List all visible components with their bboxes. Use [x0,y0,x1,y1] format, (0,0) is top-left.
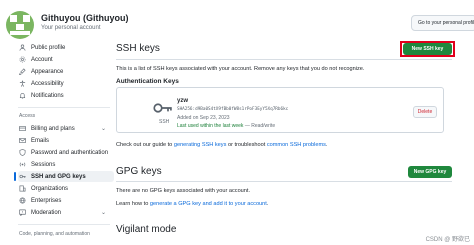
key-access-level: — Read/write [243,123,276,129]
ssh-keys-heading: SSH keys [116,43,160,54]
sidebar-item-password-auth[interactable]: Password and authentication [18,147,114,158]
sidebar-item-billing[interactable]: Billing and plans ⌄ [18,123,114,134]
delete-key-button[interactable]: Delete [413,106,437,118]
divider [116,59,452,60]
settings-sidebar: Public profile Account Appearance Access… [0,40,114,245]
new-ssh-key-button[interactable]: New SSH key [403,43,452,55]
common-ssh-problems-link[interactable]: common SSH problems [267,142,326,148]
main-content: SSH keys New SSH key This is a list of S… [116,40,474,245]
sidebar-item-moderation[interactable]: Moderation ⌄ [18,207,114,218]
accessibility-icon [18,80,26,88]
person-icon [18,44,26,52]
sidebar-item-notifications[interactable]: Notifications [18,90,114,101]
sidebar-item-label: Enterprises [31,197,62,204]
guide-middle: or troubleshoot [226,142,267,148]
divider [18,107,110,108]
sidebar-item-label: Billing and plans [31,125,75,132]
generate-gpg-key-link[interactable]: generate a GPG key and add it to your ac… [150,201,267,207]
vigilant-mode-heading: Vigilant mode [116,224,177,235]
sidebar-item-account[interactable]: Account [18,54,114,65]
shield-lock-icon [18,149,26,157]
ssh-description: This is a list of SSH keys associated wi… [116,66,365,72]
sidebar-item-label: Password and authentication [31,149,109,156]
bell-icon [18,92,26,100]
learn-prefix: Learn how to [116,201,150,207]
go-to-profile-button[interactable]: Go to your personal profile [411,15,474,31]
gpg-learn-text: Learn how to generate a GPG key and add … [116,201,268,207]
key-usage: Last used within the last week — Read/wr… [177,123,275,129]
divider [18,224,110,225]
learn-suffix: . [266,201,269,207]
key-icon [153,101,173,115]
ssh-guide-text: Check out our guide to generating SSH ke… [116,142,327,148]
broadcast-icon [18,161,26,169]
sidebar-item-appearance[interactable]: Appearance [18,66,114,77]
key-fingerprint: SHA256:d9Ba0S4tX9fBb0fW8s1rPoF3EyY5Xq7Rb… [177,107,289,112]
sidebar-item-emails[interactable]: Emails [18,135,114,146]
key-last-used: Last used within the last week [177,123,244,129]
chevron-down-icon: ⌄ [100,126,106,132]
sidebar-item-sessions[interactable]: Sessions [18,159,114,170]
user-name[interactable]: Githuyou (Githuyou) [41,13,128,23]
organization-icon [18,185,26,193]
sidebar-item-label: Accessibility [31,80,64,87]
generating-ssh-keys-link[interactable]: generating SSH keys [174,142,227,148]
guide-prefix: Check out our guide to [116,142,174,148]
settings-page: Githuyou (Githuyou) Your personal accoun… [0,0,474,245]
key-name: yzw [177,98,189,104]
sidebar-item-label: Account [31,56,53,63]
ssh-key-item: SSH yzw SHA256:d9Ba0S4tX9fBb0fW8s1rPoF3E… [116,87,444,133]
group-label-code: Code, planning, and automation [19,231,90,237]
sidebar-item-accessibility[interactable]: Accessibility [18,78,114,89]
account-header: Githuyou (Githuyou) Your personal accoun… [0,0,474,44]
sidebar-item-label: SSH and GPG keys [31,173,86,180]
key-type-label: SSH [159,119,170,125]
group-label-access: Access [19,113,36,119]
sidebar-item-ssh-gpg-keys[interactable]: SSH and GPG keys [14,171,114,182]
user-subtitle: Your personal account [41,25,101,31]
key-icon [18,173,26,181]
sidebar-item-label: Moderation [31,209,62,216]
new-gpg-key-button[interactable]: New GPG key [408,166,452,178]
watermark: CSDN @ 野欲已 [425,237,470,243]
guide-suffix: . [325,142,328,148]
report-icon [18,209,26,217]
sidebar-item-label: Emails [31,137,50,144]
globe-icon [18,197,26,205]
divider [116,181,452,182]
credit-card-icon [18,125,26,133]
sidebar-item-organizations[interactable]: Organizations [18,183,114,194]
gear-icon [18,56,26,64]
sidebar-item-label: Notifications [31,92,64,99]
authentication-keys-heading: Authentication Keys [116,78,179,85]
chevron-down-icon: ⌄ [100,210,106,216]
avatar[interactable] [6,11,34,39]
sidebar-item-label: Public profile [31,44,66,51]
sidebar-item-label: Appearance [31,68,64,75]
mail-icon [18,137,26,145]
paintbrush-icon [18,68,26,76]
sidebar-item-public-profile[interactable]: Public profile [18,42,114,53]
key-added-date: Added on Sep 23, 2023 [177,115,230,121]
sidebar-item-label: Organizations [31,185,69,192]
gpg-empty-text: There are no GPG keys associated with yo… [116,188,251,194]
sidebar-item-label: Sessions [31,161,56,168]
gpg-keys-heading: GPG keys [116,166,162,177]
sidebar-item-enterprises[interactable]: Enterprises [18,195,114,206]
